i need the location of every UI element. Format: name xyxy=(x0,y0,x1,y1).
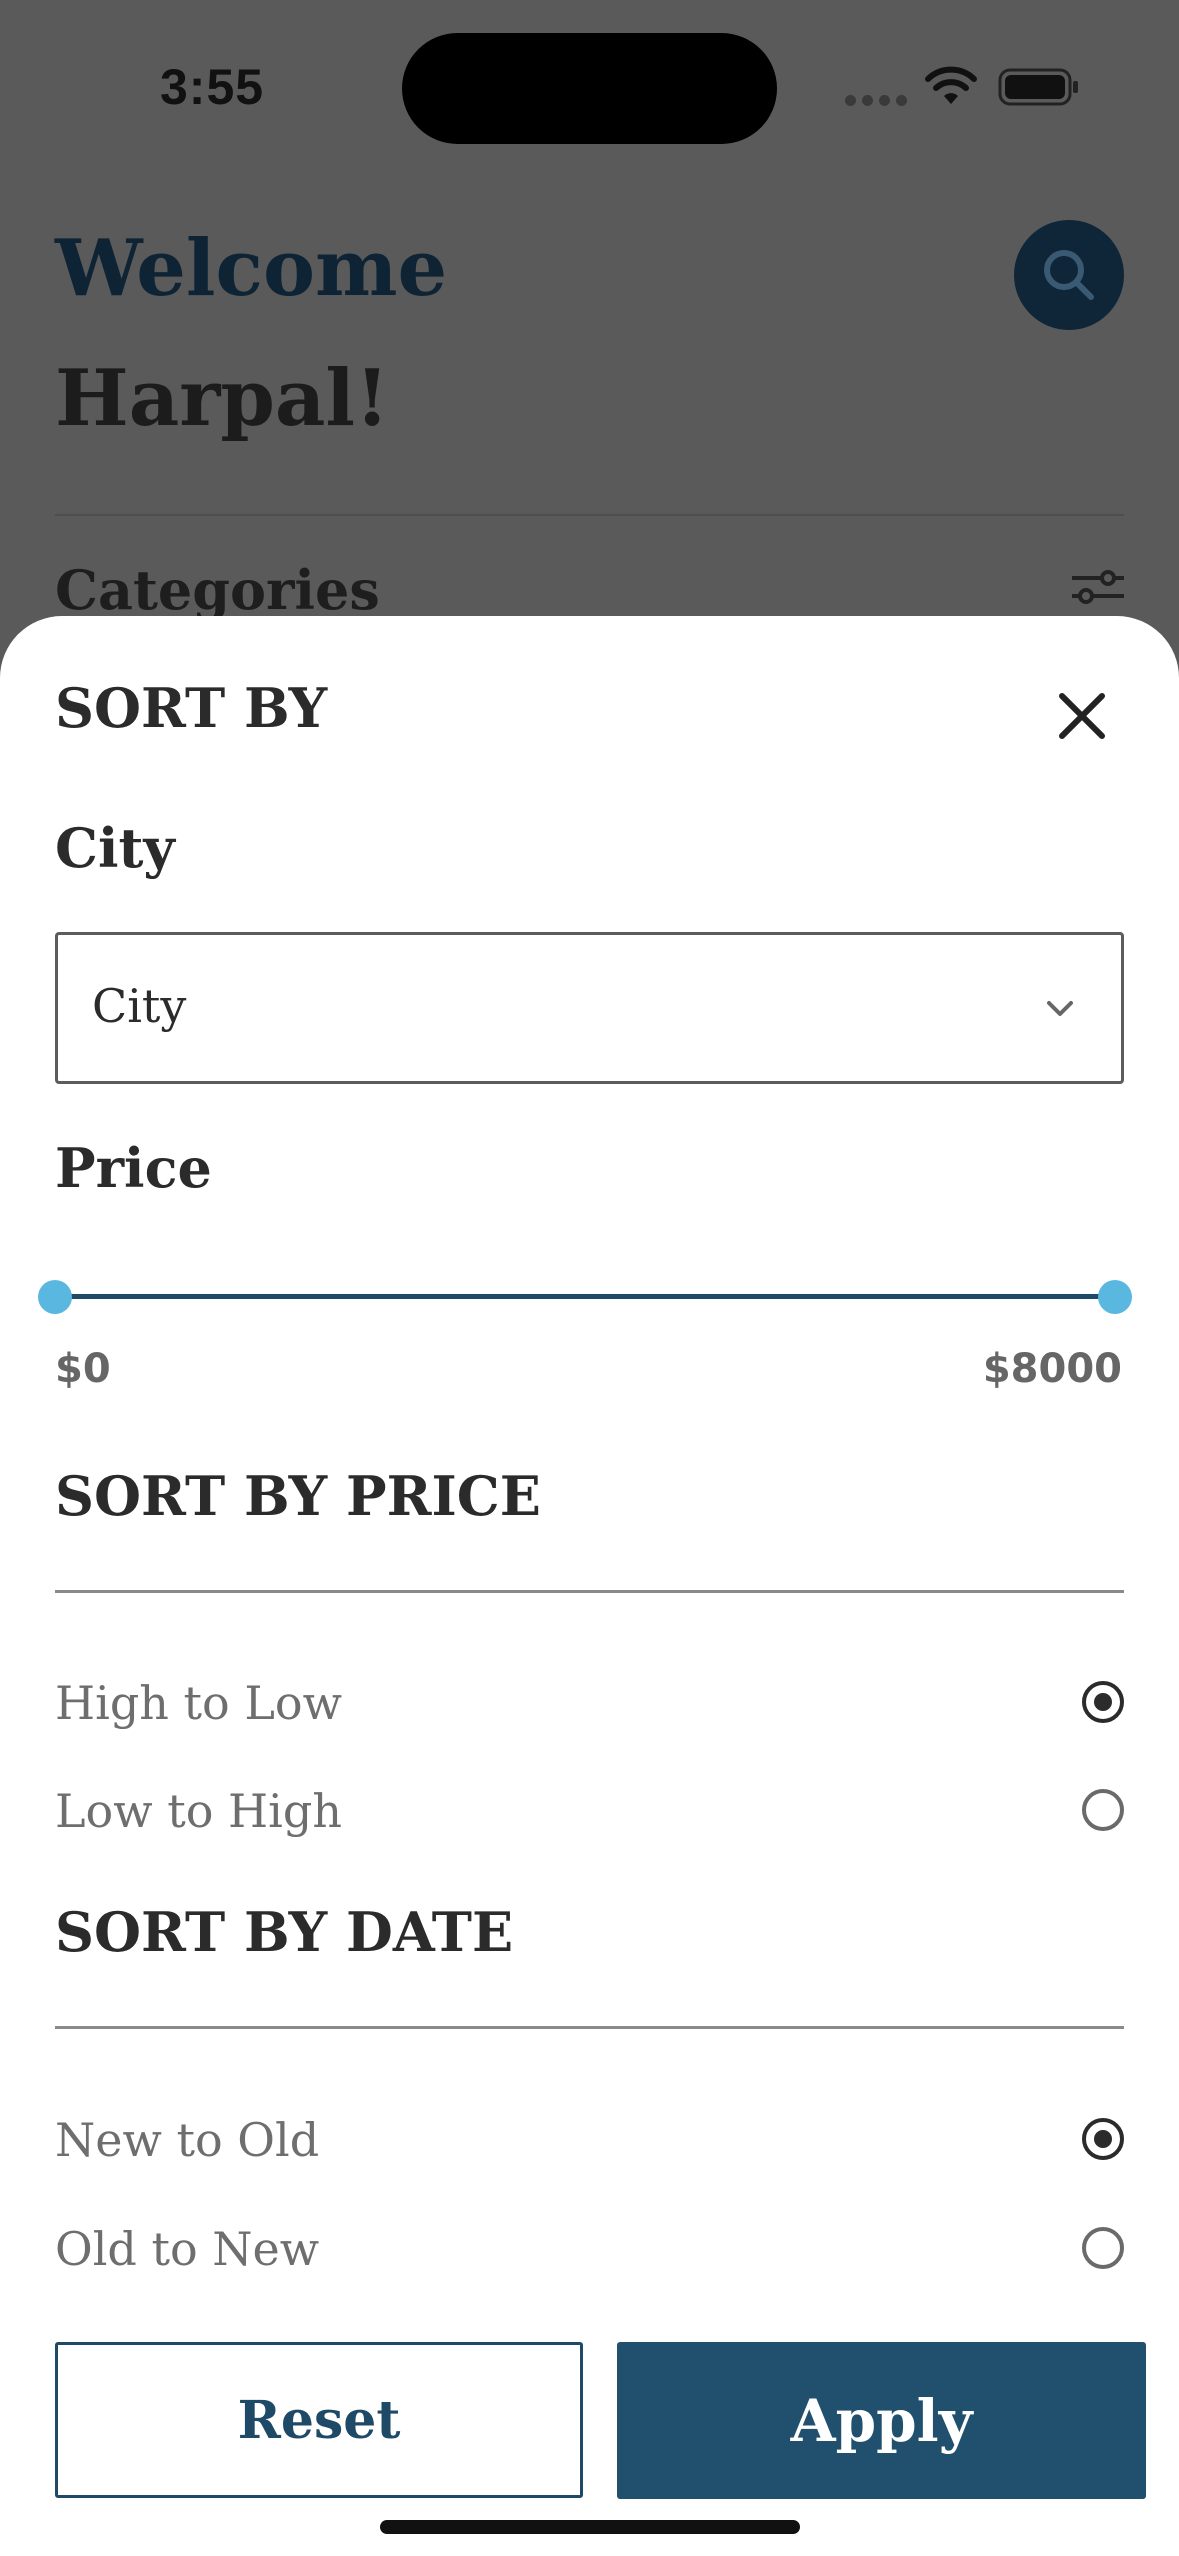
filter-icon[interactable] xyxy=(1070,570,1126,620)
home-indicator xyxy=(380,2520,800,2534)
sort-by-date-heading: SORT BY DATE xyxy=(55,1900,514,1964)
divider xyxy=(55,1590,1124,1593)
option-high-to-low[interactable]: High to Low xyxy=(55,1666,1124,1736)
slider-thumb-min[interactable] xyxy=(38,1280,72,1314)
search-button[interactable] xyxy=(1014,220,1124,330)
option-old-to-new[interactable]: Old to New xyxy=(55,2212,1124,2282)
slider-thumb-max[interactable] xyxy=(1098,1280,1132,1314)
price-min-label: $0 xyxy=(55,1346,111,1392)
search-icon xyxy=(1044,250,1094,300)
battery-icon xyxy=(998,68,1078,106)
close-icon[interactable] xyxy=(1052,686,1112,746)
option-label: Low to High xyxy=(55,1784,342,1838)
price-range-slider[interactable] xyxy=(38,1276,1132,1316)
option-label: Old to New xyxy=(55,2222,320,2276)
dynamic-island xyxy=(402,33,777,144)
user-name-heading: Harpal! xyxy=(55,353,390,444)
divider xyxy=(55,2026,1124,2029)
option-label: High to Low xyxy=(55,1676,342,1730)
radio-button[interactable] xyxy=(1082,2118,1124,2160)
wifi-icon xyxy=(925,66,977,104)
home-screen-background: Welcome Harpal! Categories xyxy=(0,180,1179,640)
sheet-title: SORT BY xyxy=(55,676,328,740)
price-max-label: $8000 xyxy=(982,1346,1122,1392)
status-time: 3:55 xyxy=(160,59,265,115)
sort-bottom-sheet: SORT BY City City Price $0 $8000 SORT BY… xyxy=(0,616,1179,2556)
reset-button[interactable]: Reset xyxy=(55,2342,583,2498)
sort-by-price-heading: SORT BY PRICE xyxy=(55,1464,541,1528)
cellular-signal-icon xyxy=(845,95,907,107)
radio-button[interactable] xyxy=(1082,1789,1124,1831)
city-select-value: City xyxy=(92,979,187,1033)
radio-button[interactable] xyxy=(1082,2227,1124,2269)
radio-button[interactable] xyxy=(1082,1681,1124,1723)
chevron-down-icon xyxy=(1047,1001,1073,1016)
divider xyxy=(55,514,1124,516)
option-new-to-old[interactable]: New to Old xyxy=(55,2103,1124,2173)
city-label: City xyxy=(55,816,175,880)
city-select[interactable]: City xyxy=(55,932,1124,1084)
slider-fill xyxy=(55,1294,1115,1299)
welcome-heading: Welcome xyxy=(55,223,448,314)
option-label: New to Old xyxy=(55,2113,320,2167)
option-low-to-high[interactable]: Low to High xyxy=(55,1774,1124,1844)
categories-heading: Categories xyxy=(55,558,380,622)
apply-button[interactable]: Apply xyxy=(617,2342,1146,2499)
status-bar: 3:55 xyxy=(0,0,1179,180)
price-label: Price xyxy=(55,1136,212,1200)
